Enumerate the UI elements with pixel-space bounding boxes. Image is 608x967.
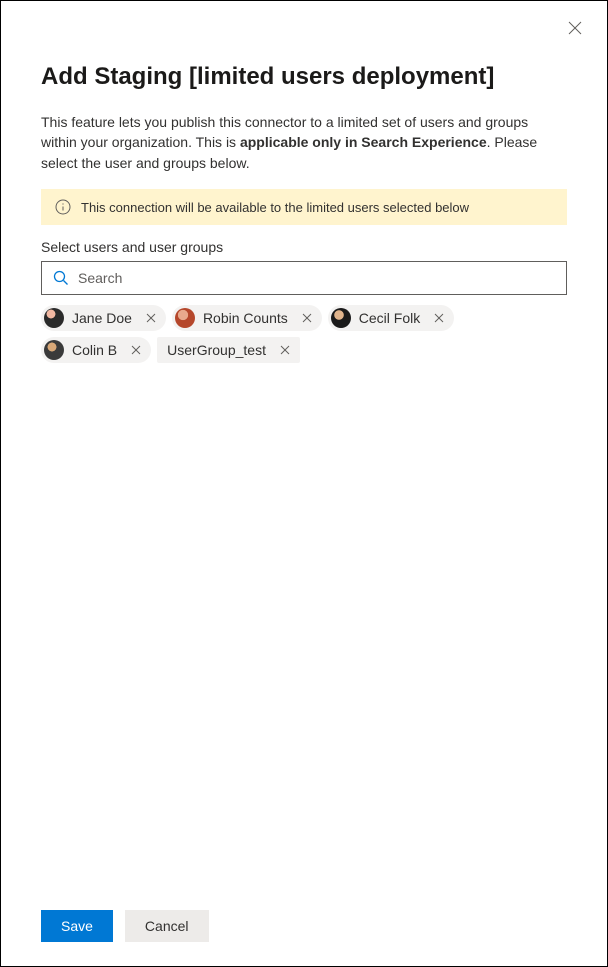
- close-button[interactable]: [563, 17, 587, 41]
- chip-remove-button[interactable]: [298, 309, 316, 327]
- info-banner-text: This connection will be available to the…: [81, 200, 469, 215]
- search-input[interactable]: [78, 270, 556, 286]
- panel-description: This feature lets you publish this conne…: [41, 112, 567, 173]
- description-bold: applicable only in Search Experience: [240, 134, 487, 150]
- chip-label: UserGroup_test: [167, 342, 266, 358]
- avatar: [44, 308, 64, 328]
- close-icon: [568, 21, 582, 38]
- chip-label: Jane Doe: [72, 310, 132, 326]
- close-icon: [302, 310, 312, 326]
- panel-footer: Save Cancel: [1, 890, 607, 966]
- search-icon: [52, 269, 70, 287]
- close-icon: [280, 342, 290, 358]
- close-icon: [434, 310, 444, 326]
- info-icon: [55, 199, 71, 215]
- search-box[interactable]: [41, 261, 567, 295]
- selected-chips: Jane Doe Robin Counts Cecil Folk: [41, 305, 567, 363]
- save-button[interactable]: Save: [41, 910, 113, 942]
- info-banner: This connection will be available to the…: [41, 189, 567, 225]
- chip-remove-button[interactable]: [430, 309, 448, 327]
- chip-remove-button[interactable]: [142, 309, 160, 327]
- chip-user: Cecil Folk: [328, 305, 454, 331]
- add-staging-panel: Add Staging [limited users deployment] T…: [1, 1, 607, 966]
- chip-group: UserGroup_test: [157, 337, 300, 363]
- avatar: [44, 340, 64, 360]
- chip-label: Colin B: [72, 342, 117, 358]
- panel-content: Add Staging [limited users deployment] T…: [1, 1, 607, 890]
- chip-label: Cecil Folk: [359, 310, 420, 326]
- chip-user: Colin B: [41, 337, 151, 363]
- avatar: [331, 308, 351, 328]
- avatar: [175, 308, 195, 328]
- select-users-label: Select users and user groups: [41, 239, 567, 255]
- chip-user: Jane Doe: [41, 305, 166, 331]
- chip-label: Robin Counts: [203, 310, 288, 326]
- cancel-button[interactable]: Cancel: [125, 910, 209, 942]
- panel-title: Add Staging [limited users deployment]: [41, 61, 567, 92]
- chip-remove-button[interactable]: [276, 341, 294, 359]
- close-icon: [146, 310, 156, 326]
- chip-user: Robin Counts: [172, 305, 322, 331]
- close-icon: [131, 342, 141, 358]
- chip-remove-button[interactable]: [127, 341, 145, 359]
